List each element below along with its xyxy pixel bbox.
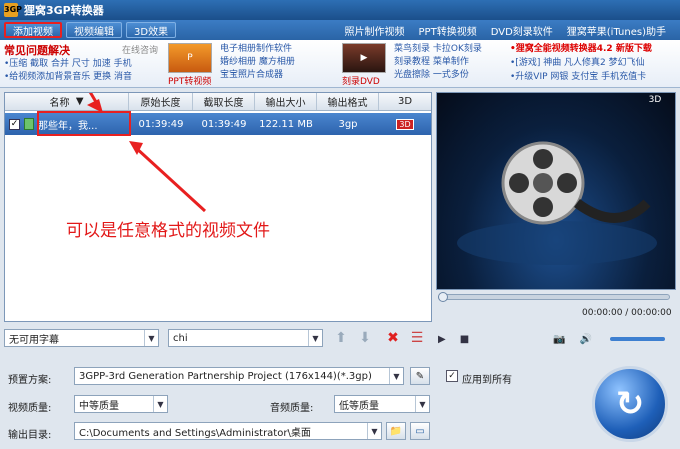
title-bar: 3GP 狸窝3GP转换器	[0, 0, 680, 20]
online-consult-link[interactable]: 在线咨询	[122, 43, 158, 56]
clear-list-icon[interactable]: ☰	[408, 329, 426, 347]
chevron-down-icon: ▼	[389, 368, 403, 384]
news-item[interactable]: •狸窝全能视频转换器4.2 新版下载	[510, 42, 652, 56]
news-item[interactable]: •[游戏] 神曲 凡人修真2 梦幻飞仙	[510, 56, 652, 70]
ad-banner: 常见问题解决 在线咨询 •压缩 截取 合并 尺寸 加速 手机 •给视频添加背景音…	[0, 40, 680, 88]
convert-arrow-icon: ↻	[615, 384, 645, 424]
arrow-bottom-icon	[133, 145, 207, 213]
3d-effect-button[interactable]: 3D效果	[126, 22, 177, 38]
convert-button[interactable]: ↻	[592, 366, 668, 442]
subtitle-select[interactable]: 无可用字幕 ▼	[4, 329, 159, 347]
chevron-down-icon: ▼	[367, 423, 381, 439]
dvd-thumb-icon: ▶	[342, 43, 386, 73]
video-quality-label: 视频质量:	[8, 403, 52, 414]
timecode: 00:00:00 / 00:00:00	[582, 308, 672, 318]
volume-icon[interactable]: 🔊	[580, 334, 592, 345]
link-photo-video[interactable]: 照片制作视频	[345, 23, 405, 38]
video-quality-select[interactable]: 中等质量 ▼	[74, 395, 168, 413]
apply-all-checkbox[interactable]: ✓	[446, 370, 458, 382]
link-dvd-burn[interactable]: DVD刻录软件	[491, 23, 553, 38]
audio-track-value: chi	[173, 332, 188, 344]
move-down-icon[interactable]: ⬇	[356, 329, 374, 347]
subtitle-value: 无可用字幕	[9, 334, 59, 346]
promo-link[interactable]: 宝宝照片合成器	[220, 69, 295, 82]
promo-link[interactable]: 刻录教程 菜单制作	[394, 56, 482, 69]
stop-icon[interactable]: ■	[460, 334, 469, 345]
output-dir-value: C:\Documents and Settings\Administrator\…	[79, 427, 311, 439]
app-icon: 3GP	[4, 3, 22, 17]
promo-ppt[interactable]: P PPT转视频 电子相册制作软件 婚纱相册 魔方相册 宝宝照片合成器	[168, 43, 295, 87]
browse-icon[interactable]: ▭	[410, 422, 430, 440]
add-video-button[interactable]: 添加视频	[4, 22, 62, 38]
seek-knob[interactable]	[438, 292, 448, 302]
preset-value: 3GPP-3rd Generation Partnership Project …	[79, 370, 372, 382]
snapshot-icon[interactable]: 📷	[553, 334, 565, 345]
news-list: •狸窝全能视频转换器4.2 新版下载 •[游戏] 神曲 凡人修真2 梦幻飞仙 •…	[510, 42, 652, 84]
preset-label: 预置方案:	[8, 375, 52, 386]
edit-video-button[interactable]: 视频编辑	[66, 22, 122, 38]
chevron-down-icon: ▼	[308, 330, 322, 346]
ppt-logo-icon: P	[168, 43, 212, 73]
output-dir-label: 输出目录:	[8, 430, 52, 441]
news-item[interactable]: •升级VIP 网银 支付宝 手机充值卡	[510, 70, 652, 84]
output-dir-field[interactable]: C:\Documents and Settings\Administrator\…	[74, 422, 382, 440]
chevron-down-icon: ▼	[144, 330, 158, 346]
faq-line[interactable]: •压缩 截取 合并 尺寸 加速 手机	[4, 58, 162, 71]
play-icon[interactable]: ▶	[438, 334, 446, 345]
audio-track-select[interactable]: chi ▼	[168, 329, 323, 347]
promo-caption: 刻录DVD	[342, 77, 380, 87]
faq-line[interactable]: •给视频添加背景音乐 更换 消音	[4, 71, 162, 84]
faq-section: 常见问题解决 在线咨询 •压缩 截取 合并 尺寸 加速 手机 •给视频添加背景音…	[4, 42, 162, 84]
window-title: 狸窝3GP转换器	[24, 4, 104, 17]
toolbar: 添加视频 视频编辑 3D效果 照片制作视频 PPT转换视频 DVD刻录软件 狸窝…	[0, 20, 680, 40]
preset-settings-icon[interactable]: ✎	[410, 367, 430, 385]
promo-link[interactable]: 光盘擦除 一式多份	[394, 69, 482, 82]
move-up-icon[interactable]: ⬆	[332, 329, 350, 347]
link-itunes-helper[interactable]: 狸窝苹果(iTunes)助手	[567, 23, 666, 38]
film-reel-icon	[457, 141, 657, 265]
preset-select[interactable]: 3GPP-3rd Generation Partnership Project …	[74, 367, 404, 385]
video-quality-value: 中等质量	[79, 400, 119, 412]
promo-dvd[interactable]: ▶ 刻录DVD 菜鸟刻录 卡拉OK刻录 刻录教程 菜单制作 光盘擦除 一式多份	[342, 43, 482, 87]
annotation-text: 可以是任意格式的视频文件	[66, 221, 270, 241]
link-ppt-video[interactable]: PPT转换视频	[419, 23, 477, 38]
apply-all-label: 应用到所有	[462, 375, 512, 386]
audio-quality-value: 低等质量	[339, 400, 379, 412]
promo-link[interactable]: 婚纱相册 魔方相册	[220, 56, 295, 69]
volume-slider[interactable]	[610, 337, 665, 341]
seek-bar[interactable]	[438, 292, 670, 302]
promo-link[interactable]: 菜鸟刻录 卡拉OK刻录	[394, 43, 482, 56]
folder-open-icon[interactable]: 📁	[386, 422, 406, 440]
delete-icon[interactable]: ✖	[384, 329, 402, 347]
promo-link[interactable]: 电子相册制作软件	[220, 43, 295, 56]
audio-quality-select[interactable]: 低等质量 ▼	[334, 395, 430, 413]
audio-quality-label: 音频质量:	[270, 403, 314, 414]
chevron-down-icon: ▼	[153, 396, 167, 412]
annotation-arrows	[87, 93, 207, 213]
chevron-down-icon: ▼	[415, 396, 429, 412]
file-list-table[interactable]: 名称 ▼ 原始长度 截取长度 输出大小 输出格式 3D ✓ 那些年，我... 0…	[4, 92, 432, 322]
promo-caption: PPT转视频	[168, 77, 212, 87]
video-preview: 3D	[436, 92, 676, 290]
